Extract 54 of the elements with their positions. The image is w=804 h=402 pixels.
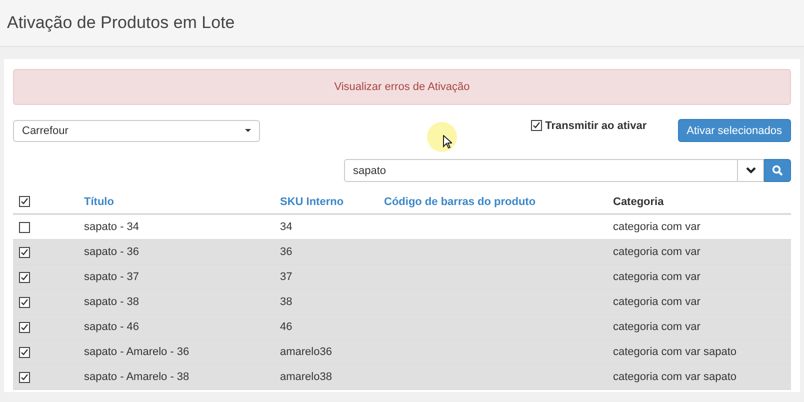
checked-checkbox[interactable] (19, 296, 30, 308)
table-cell-text: 38 (280, 296, 294, 308)
column-header: Categoria (613, 196, 665, 208)
table-cell-text: sapato - 38 (84, 296, 140, 308)
checked-checkbox[interactable] (531, 120, 542, 131)
checked-checkbox[interactable] (19, 196, 30, 207)
selected-row[interactable]: sapato - 37 37 categoria com var (13, 265, 791, 290)
table-cell-text: sapato - 36 (84, 246, 140, 258)
column-header[interactable]: Código de barras do produto (384, 196, 613, 208)
table-cell-text: sapato - 46 (84, 321, 140, 333)
table-cell-text: 37 (280, 271, 294, 283)
checked-checkbox[interactable] (19, 246, 30, 258)
search-field[interactable]: sapato (344, 159, 738, 182)
table-cell-text: 34 (280, 221, 294, 233)
table-cell-text: categoria com var (613, 271, 702, 283)
selected-row[interactable]: sapato - Amarelo - 36 amarelo36 categoria com var sapato (13, 340, 791, 365)
column-header[interactable]: Título (84, 196, 280, 208)
column-header[interactable]: SKU Interno (280, 196, 384, 208)
selected-row[interactable]: sapato - 36 36 categoria com var (13, 240, 791, 265)
table-cell-text: categoria com var (613, 321, 702, 333)
chevron-down-icon (746, 167, 756, 174)
table-cell-text: 36 (280, 246, 294, 258)
checked-checkbox[interactable] (19, 372, 30, 382)
table-cell-text: categoria com var sapato (613, 371, 738, 383)
search-button[interactable] (764, 159, 791, 182)
table-cell-text: categoria com var (613, 296, 702, 308)
table-cell-text: categoria com var (613, 221, 702, 233)
checkbox-label[interactable]: Transmitir ao ativar (545, 120, 647, 132)
selected-value: Carrefour (22, 124, 68, 136)
table-cell-text: sapato - 34 (84, 221, 140, 233)
unchecked-checkbox[interactable] (19, 222, 30, 232)
dropdown-button[interactable] (738, 159, 764, 182)
selected-row[interactable]: sapato - Amarelo - 38 amarelo38 categoria com var sapato (13, 365, 791, 390)
activate-button[interactable]: Ativar selecionados (678, 119, 791, 142)
table-cell-text: sapato - Amarelo - 38 (84, 371, 190, 383)
page-title: Ativação de Produtos em Lote (7, 13, 235, 33)
checked-checkbox[interactable] (19, 272, 30, 282)
table-cell-text: categoria com var (613, 246, 702, 258)
table-cell-text: sapato - 37 (84, 271, 140, 283)
search-icon (772, 165, 783, 176)
table-cell-text: categoria com var sapato (613, 346, 738, 358)
checked-checkbox[interactable] (19, 322, 30, 332)
checked-checkbox[interactable] (19, 346, 30, 358)
cursor-highlight (427, 122, 457, 152)
caret-icon (245, 129, 251, 132)
selected-row[interactable]: sapato - 46 46 categoria com var (13, 315, 791, 340)
table-cell-text: amarelo38 (280, 371, 333, 383)
table-cell-text: sapato - Amarelo - 36 (84, 346, 190, 358)
error-alert[interactable]: Visualizar erros de Ativação (13, 69, 791, 105)
table-cell-text: amarelo36 (280, 346, 333, 358)
cursor-icon (443, 135, 452, 149)
selected-row[interactable]: sapato - 38 38 categoria com var (13, 290, 791, 315)
table-cell-text: 46 (280, 321, 294, 333)
marketplace-dropdown[interactable]: Carrefour (13, 120, 260, 142)
